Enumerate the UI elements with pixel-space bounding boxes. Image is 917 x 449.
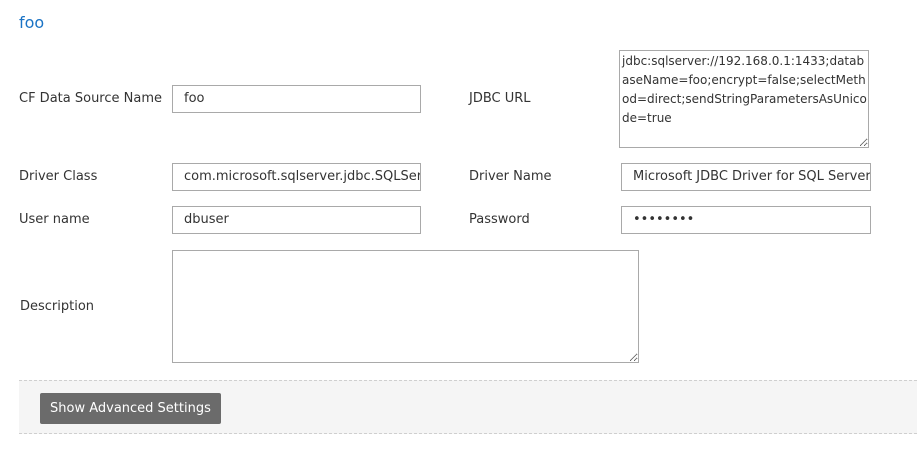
password-label: Password [469, 212, 530, 227]
driver-name-label: Driver Name [469, 169, 552, 184]
datasource-form: foo CF Data Source Name foo JDBC URL jdb… [0, 0, 917, 449]
username-input[interactable]: dbuser [172, 206, 421, 234]
password-input[interactable]: •••••••• [621, 206, 871, 234]
datasource-name-input[interactable]: foo [172, 85, 421, 113]
jdbc-url-textarea[interactable]: jdbc:sqlserver://192.168.0.1:1433;databa… [619, 50, 869, 148]
datasource-name-label: CF Data Source Name [19, 91, 162, 106]
jdbc-url-label: JDBC URL [469, 91, 531, 106]
username-label: User name [19, 212, 90, 227]
show-advanced-settings-button[interactable]: Show Advanced Settings [40, 393, 221, 424]
driver-name-input[interactable]: Microsoft JDBC Driver for SQL Server [621, 163, 871, 191]
description-label: Description [20, 299, 95, 314]
advanced-settings-bar: Show Advanced Settings [19, 380, 917, 434]
driver-class-label: Driver Class [19, 169, 98, 184]
driver-class-input[interactable]: com.microsoft.sqlserver.jdbc.SQLServerDr… [172, 163, 421, 191]
description-textarea[interactable] [172, 250, 639, 363]
datasource-title: foo [19, 13, 45, 32]
